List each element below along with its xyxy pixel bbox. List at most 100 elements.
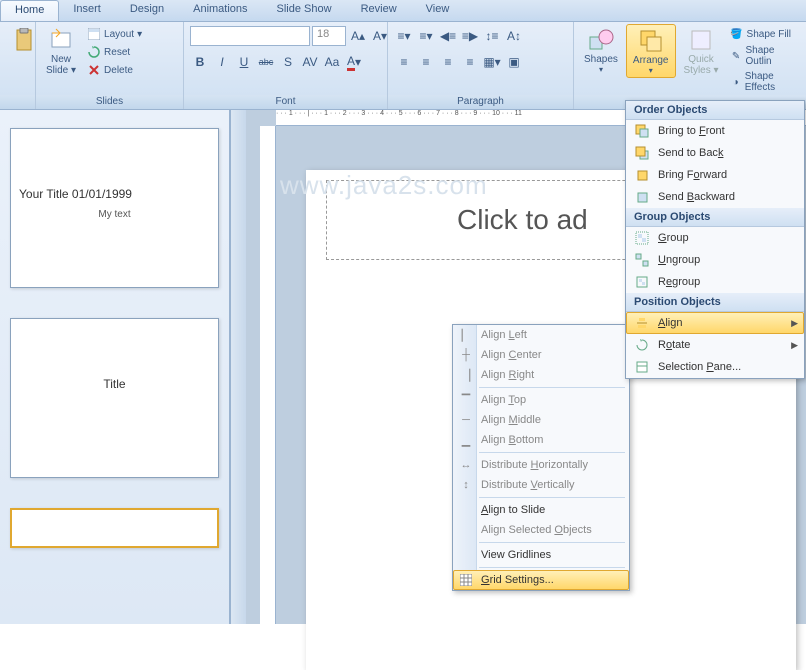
new-slide-button[interactable]: NewSlide ▾	[40, 24, 82, 78]
align-to-slide-item[interactable]: Align to Slide	[453, 500, 629, 520]
thumb-title: Title	[19, 377, 210, 391]
rotate-icon	[632, 337, 652, 353]
grid-settings-item[interactable]: Grid Settings...	[453, 570, 629, 590]
align-right-button[interactable]: ≡	[438, 52, 458, 72]
align-bottom-item[interactable]: ▁Align Bottom	[453, 430, 629, 450]
position-objects-header: Position Objects	[626, 293, 804, 312]
align-center-item[interactable]: ┼Align Center	[453, 345, 629, 365]
bring-front-icon	[632, 123, 652, 139]
strike-button[interactable]: abc	[256, 52, 276, 72]
underline-button[interactable]: U	[234, 52, 254, 72]
align-middle-item[interactable]: ─Align Middle	[453, 410, 629, 430]
align-top-item[interactable]: ▔Align Top	[453, 390, 629, 410]
group-font-label: Font	[184, 95, 387, 109]
vertical-ruler	[260, 126, 276, 624]
slide-thumbnail-1[interactable]: Your Title 01/01/1999 My text	[10, 128, 219, 288]
tab-review[interactable]: Review	[347, 0, 412, 21]
tab-animations[interactable]: Animations	[179, 0, 262, 21]
grid-icon	[457, 573, 475, 587]
align-left-button[interactable]: ≡	[394, 52, 414, 72]
clipboard-icon	[10, 26, 38, 54]
send-to-back-item[interactable]: Send to Back	[626, 142, 804, 164]
italic-button[interactable]: I	[212, 52, 232, 72]
change-case-button[interactable]: Aa	[322, 52, 342, 72]
group-slides-label: Slides	[36, 95, 183, 109]
order-objects-header: Order Objects	[626, 101, 804, 120]
send-backward-item[interactable]: Send Backward	[626, 186, 804, 208]
line-spacing-button[interactable]: ↕≡	[482, 26, 502, 46]
send-backward-icon	[632, 189, 652, 205]
convert-smartart-button[interactable]: ▣	[504, 52, 524, 72]
delete-button[interactable]: Delete	[84, 62, 145, 78]
align-icon	[632, 315, 652, 331]
rotate-submenu-item[interactable]: Rotate▶	[626, 334, 804, 356]
thumb-text: My text	[19, 209, 210, 220]
align-center-icon: ┼	[457, 348, 475, 362]
tab-view[interactable]: View	[412, 0, 465, 21]
shapes-icon	[587, 26, 615, 54]
shrink-font-button[interactable]: A▾	[370, 26, 390, 46]
shape-fill-button[interactable]: 🪣Shape Fill	[727, 26, 802, 42]
shape-effects-button[interactable]: ◑Shape Effects	[727, 70, 802, 94]
ribbon-tabs: Home Insert Design Animations Slide Show…	[0, 0, 806, 22]
group-item[interactable]: Group	[626, 227, 804, 249]
font-family-combo[interactable]	[190, 26, 310, 46]
reset-button[interactable]: Reset	[84, 44, 145, 60]
bucket-icon: 🪣	[730, 27, 744, 41]
distribute-horizontally-item[interactable]: ↔Distribute Horizontally	[453, 455, 629, 475]
dist-h-icon: ↔	[457, 458, 475, 472]
char-spacing-button[interactable]: AV	[300, 52, 320, 72]
selection-pane-item[interactable]: Selection Pane...	[626, 356, 804, 378]
decrease-indent-button[interactable]: ◀≡	[438, 26, 458, 46]
regroup-item[interactable]: Regroup	[626, 271, 804, 293]
align-left-item[interactable]: ▏Align Left	[453, 325, 629, 345]
thumb-title: Your Title 01/01/1999	[19, 187, 210, 201]
numbering-button[interactable]: ≡▾	[416, 26, 436, 46]
increase-indent-button[interactable]: ≡▶	[460, 26, 480, 46]
tab-insert[interactable]: Insert	[59, 0, 116, 21]
reset-icon	[87, 45, 101, 59]
align-right-icon: ▕	[457, 368, 475, 382]
send-back-icon	[632, 145, 652, 161]
font-size-combo[interactable]: 18	[312, 26, 346, 46]
slide-thumbnail-2[interactable]: Title	[10, 318, 219, 478]
align-right-item[interactable]: ▕Align Right	[453, 365, 629, 385]
outline-scrollbar[interactable]	[230, 110, 246, 624]
justify-button[interactable]: ≡	[460, 52, 480, 72]
layout-icon	[87, 27, 101, 41]
bullets-button[interactable]: ≡▾	[394, 26, 414, 46]
bold-button[interactable]: B	[190, 52, 210, 72]
tab-home[interactable]: Home	[0, 0, 59, 21]
ribbon: NewSlide ▾ Layout ▾ Reset Delete Slides …	[0, 22, 806, 110]
slide-thumbnail-3[interactable]	[10, 508, 219, 548]
text-direction-button[interactable]: A↕	[504, 26, 524, 46]
font-color-button[interactable]: A▾	[344, 52, 364, 72]
tab-slideshow[interactable]: Slide Show	[263, 0, 347, 21]
align-center-button[interactable]: ≡	[416, 52, 436, 72]
align-selected-objects-item[interactable]: Align Selected Objects	[453, 520, 629, 540]
distribute-vertically-item[interactable]: ↕Distribute Vertically	[453, 475, 629, 495]
grow-font-button[interactable]: A▴	[348, 26, 368, 46]
align-middle-icon: ─	[457, 413, 475, 427]
outline-pane: Outline✕ Your Title 01/01/1999 My text T…	[0, 110, 230, 624]
bring-to-front-item[interactable]: Bring to Front	[626, 120, 804, 142]
tab-design[interactable]: Design	[116, 0, 179, 21]
pen-icon: ✎	[730, 49, 743, 63]
align-submenu-item[interactable]: Align▶	[626, 312, 804, 334]
ungroup-item[interactable]: Ungroup	[626, 249, 804, 271]
quick-styles-icon	[687, 26, 715, 54]
arrange-button[interactable]: Arrange▾	[626, 24, 676, 78]
regroup-icon	[632, 274, 652, 290]
layout-button[interactable]: Layout ▾	[84, 26, 145, 42]
columns-button[interactable]: ▦▾	[482, 52, 502, 72]
bring-forward-item[interactable]: Bring Forward	[626, 164, 804, 186]
quick-styles-button[interactable]: QuickStyles ▾	[678, 24, 725, 78]
selection-pane-icon	[632, 359, 652, 375]
view-gridlines-item[interactable]: View Gridlines	[453, 545, 629, 565]
group-paragraph-label: Paragraph	[388, 95, 573, 109]
new-slide-icon	[47, 26, 75, 54]
shapes-button[interactable]: Shapes▾	[578, 24, 624, 76]
bring-forward-icon	[632, 167, 652, 183]
shadow-button[interactable]: S	[278, 52, 298, 72]
shape-outline-button[interactable]: ✎Shape Outlin	[727, 44, 802, 68]
